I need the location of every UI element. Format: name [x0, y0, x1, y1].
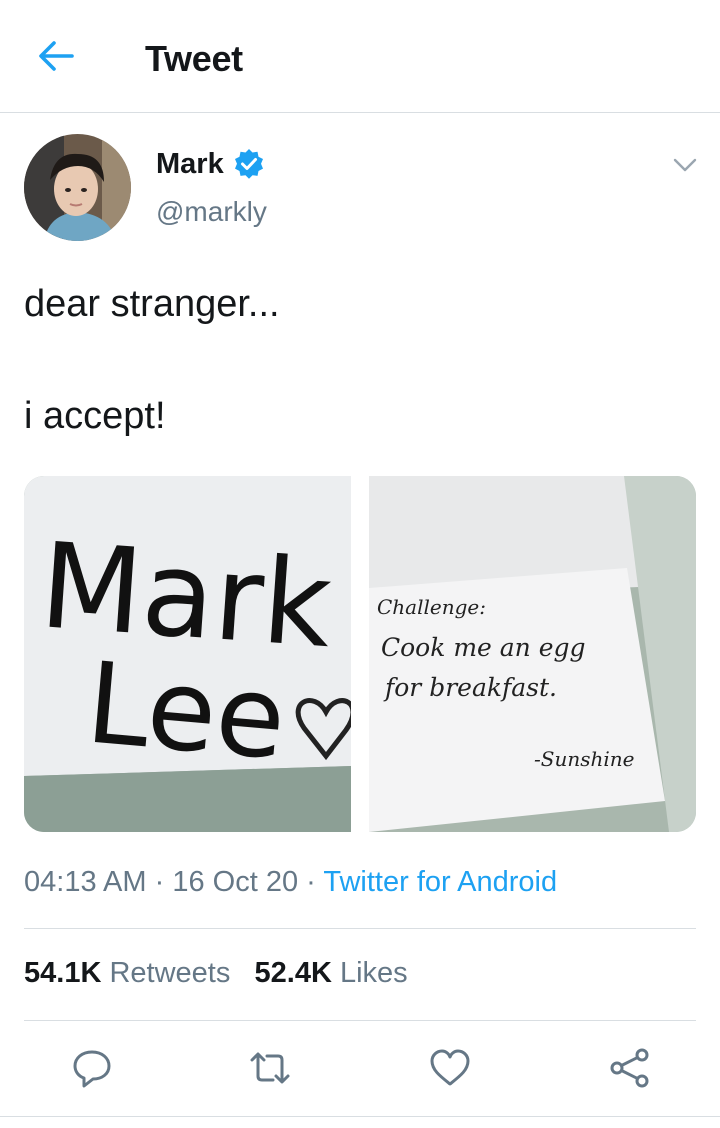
- divider: [24, 928, 696, 929]
- page-title: Tweet: [145, 38, 243, 79]
- retweets-count: 54.1K: [24, 957, 102, 989]
- tweet-meta: 04:13 AM · 16 Oct 20 · Twitter for Andro…: [24, 866, 557, 899]
- author-name[interactable]: Mark: [156, 148, 224, 181]
- like-icon[interactable]: [428, 1046, 472, 1090]
- verified-badge-icon: [235, 149, 263, 179]
- reply-icon[interactable]: [70, 1046, 114, 1090]
- handwritten-text: Lee: [82, 638, 291, 785]
- tweet-text-line: dear stranger...: [24, 283, 280, 325]
- retweets-stat[interactable]: 54.1K Retweets: [24, 957, 230, 989]
- note-text: -Sunshine: [534, 747, 634, 771]
- divider: [24, 1020, 696, 1021]
- chevron-down-icon[interactable]: [670, 150, 700, 180]
- tweet-source-link[interactable]: Twitter for Android: [323, 866, 557, 898]
- avatar[interactable]: [24, 134, 131, 241]
- photo-mark-lee[interactable]: Mark Lee: [24, 476, 351, 832]
- author-handle[interactable]: @markly: [156, 196, 267, 228]
- photo-challenge-note[interactable]: Challenge: Cook me an egg for breakfast.…: [369, 476, 696, 832]
- retweets-label: Retweets: [109, 957, 231, 989]
- tweet-stats: 54.1K Retweets 52.4K Likes: [24, 957, 408, 990]
- tweet-text: dear stranger... i accept!: [24, 276, 684, 444]
- tweet-time: 04:13 AM: [24, 866, 147, 898]
- share-icon[interactable]: [608, 1046, 652, 1090]
- retweet-icon[interactable]: [248, 1046, 292, 1090]
- note-text: Challenge:: [377, 595, 486, 619]
- arrow-left-icon[interactable]: [36, 38, 76, 74]
- divider: [0, 1116, 720, 1117]
- likes-count: 52.4K: [254, 957, 332, 989]
- note-text: Cook me an egg: [381, 633, 586, 662]
- top-bar: Tweet: [0, 0, 720, 113]
- likes-label: Likes: [339, 957, 408, 989]
- tweet-text-line: i accept!: [24, 395, 166, 437]
- tweet-date: 16 Oct 20: [172, 866, 299, 898]
- separator: ·: [154, 866, 165, 898]
- separator: ·: [306, 866, 316, 898]
- note-text: for breakfast.: [383, 673, 557, 702]
- tweet-media: Mark Lee Challenge: Cook me an egg for b…: [24, 476, 696, 832]
- likes-stat[interactable]: 52.4K Likes: [255, 957, 408, 989]
